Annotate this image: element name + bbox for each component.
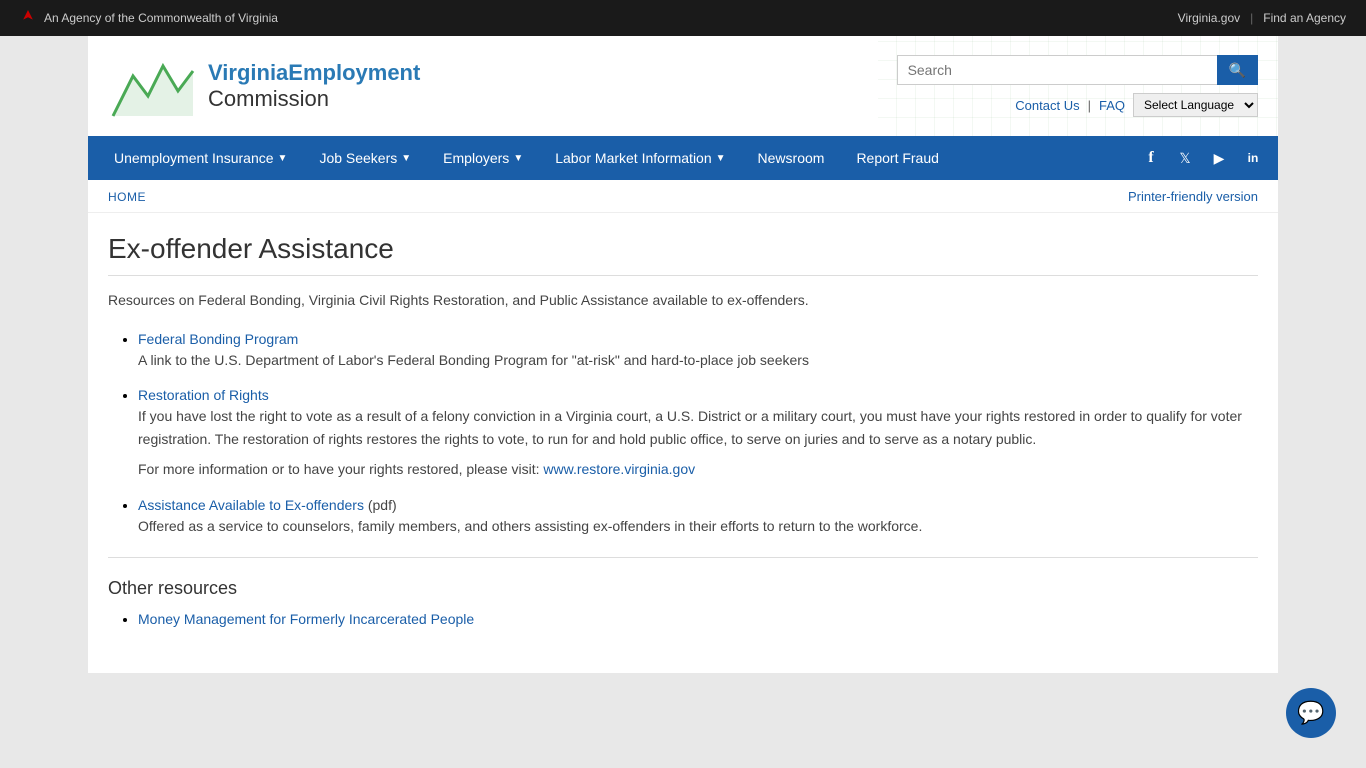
faq-link[interactable]: FAQ <box>1099 98 1125 113</box>
federal-bonding-desc: A link to the U.S. Department of Labor's… <box>138 349 1258 371</box>
dropdown-arrow: ▼ <box>401 153 411 164</box>
logo-virginia: Virginia <box>208 60 288 85</box>
logo-area: VirginiaEmployment Commission <box>108 46 420 126</box>
logo-commission: Commission <box>208 86 420 112</box>
main-nav: Unemployment Insurance ▼ Job Seekers ▼ E… <box>88 136 1278 180</box>
search-input[interactable] <box>897 55 1217 85</box>
nav-job-seekers[interactable]: Job Seekers ▼ <box>303 136 427 180</box>
contact-us-link[interactable]: Contact Us <box>1015 98 1079 113</box>
breadcrumb-bar: HOME Printer-friendly version <box>88 180 1278 213</box>
resource-list: Federal Bonding Program A link to the U.… <box>108 331 1258 537</box>
logo-svg <box>108 46 198 126</box>
nav-items: Unemployment Insurance ▼ Job Seekers ▼ E… <box>98 136 955 180</box>
printer-friendly-link[interactable]: Printer-friendly version <box>1128 189 1258 204</box>
page-title: Ex-offender Assistance <box>108 233 1258 276</box>
other-resource-list: Money Management for Formerly Incarcerat… <box>108 611 1258 627</box>
list-item: Restoration of Rights If you have lost t… <box>138 387 1258 480</box>
pdf-suffix: (pdf) <box>364 497 397 513</box>
chat-bubble[interactable]: 💬 <box>1286 688 1336 738</box>
youtube-icon[interactable]: ▶ <box>1204 143 1234 173</box>
twitter-icon[interactable]: 𝕏 <box>1170 143 1200 173</box>
nav-newsroom[interactable]: Newsroom <box>742 136 841 180</box>
linkedin-icon[interactable]: in <box>1238 143 1268 173</box>
find-agency-link[interactable]: Find an Agency <box>1263 11 1346 25</box>
dropdown-arrow: ▼ <box>278 153 288 164</box>
assistance-link[interactable]: Assistance Available to Ex-offenders <box>138 497 364 513</box>
nav-report-fraud[interactable]: Report Fraud <box>840 136 954 180</box>
header-right: 🔍 Contact Us | FAQ Select Language <box>897 55 1258 117</box>
logo-employment: Employment <box>288 60 420 85</box>
nav-employers[interactable]: Employers ▼ <box>427 136 539 180</box>
agency-text: An Agency of the Commonwealth of Virgini… <box>44 11 278 25</box>
facebook-icon[interactable]: f <box>1136 143 1166 173</box>
header-links: Contact Us | FAQ Select Language <box>1015 93 1258 117</box>
top-bar-links: Virginia.gov | Find an Agency <box>1178 11 1346 25</box>
intro-text: Resources on Federal Bonding, Virginia C… <box>108 290 1258 311</box>
breadcrumb-home[interactable]: HOME <box>108 190 146 204</box>
list-item: Assistance Available to Ex-offenders (pd… <box>138 497 1258 537</box>
flame-icon <box>20 10 36 26</box>
dropdown-arrow: ▼ <box>716 153 726 164</box>
top-bar: An Agency of the Commonwealth of Virgini… <box>0 0 1366 36</box>
restoration-of-rights-link[interactable]: Restoration of Rights <box>138 387 269 403</box>
section-divider <box>108 557 1258 558</box>
virginia-gov-link[interactable]: Virginia.gov <box>1178 11 1240 25</box>
breadcrumb: HOME <box>108 188 146 204</box>
federal-bonding-link[interactable]: Federal Bonding Program <box>138 331 298 347</box>
agency-label: An Agency of the Commonwealth of Virgini… <box>20 10 278 26</box>
other-resources-title: Other resources <box>108 578 1258 599</box>
chat-icon: 💬 <box>1297 700 1324 726</box>
nav-social: f 𝕏 ▶ in <box>1136 143 1268 173</box>
nav-unemployment-insurance[interactable]: Unemployment Insurance ▼ <box>98 136 303 180</box>
header: VirginiaEmployment Commission 🔍 Contact … <box>88 36 1278 136</box>
search-button[interactable]: 🔍 <box>1217 55 1258 85</box>
language-select[interactable]: Select Language <box>1133 93 1258 117</box>
restore-extra: For more information or to have your rig… <box>138 458 1258 480</box>
search-row: 🔍 <box>897 55 1258 85</box>
content-area: Ex-offender Assistance Resources on Fede… <box>88 213 1278 673</box>
nav-labor-market[interactable]: Labor Market Information ▼ <box>539 136 741 180</box>
money-management-link[interactable]: Money Management for Formerly Incarcerat… <box>138 611 474 627</box>
dropdown-arrow: ▼ <box>513 153 523 164</box>
restore-extra-text: For more information or to have your rig… <box>138 461 543 477</box>
restoration-desc: If you have lost the right to vote as a … <box>138 405 1258 450</box>
list-item: Federal Bonding Program A link to the U.… <box>138 331 1258 371</box>
main-wrapper: VirginiaEmployment Commission 🔍 Contact … <box>88 36 1278 673</box>
assistance-desc: Offered as a service to counselors, fami… <box>138 515 1258 537</box>
restore-virginia-link[interactable]: www.restore.virginia.gov <box>543 461 695 477</box>
list-item: Money Management for Formerly Incarcerat… <box>138 611 1258 627</box>
